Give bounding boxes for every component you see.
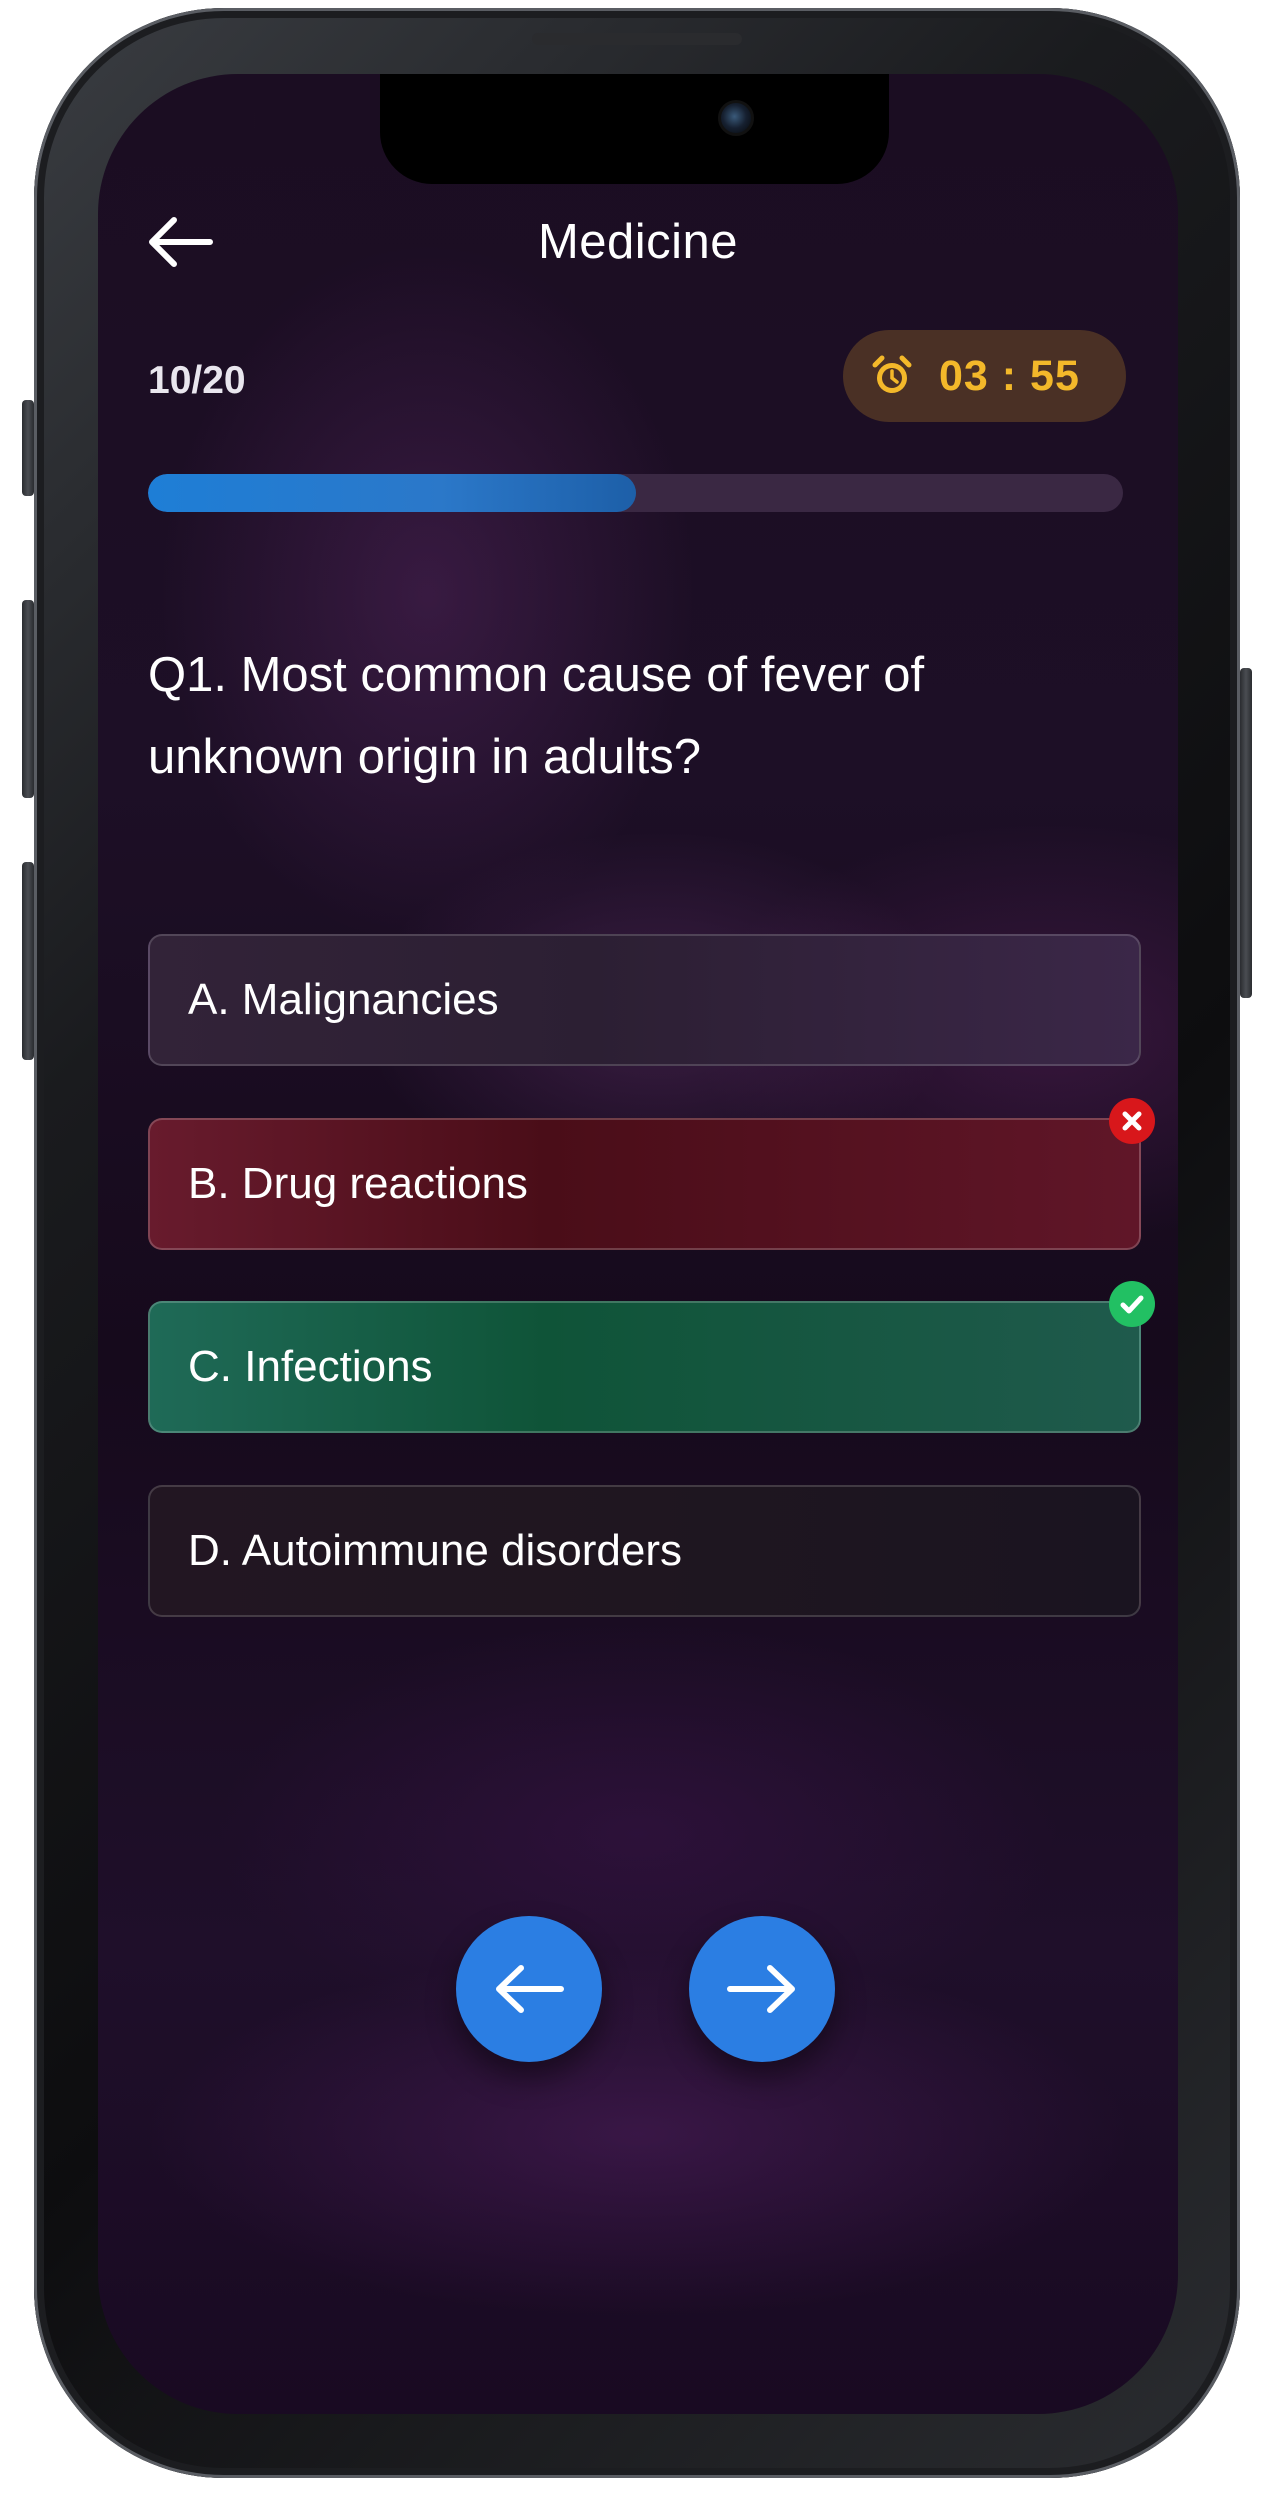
progress-bar — [148, 474, 1123, 512]
notch — [380, 74, 889, 184]
phone-mute-switch — [22, 400, 34, 496]
timer-text: 03 : 55 — [939, 351, 1080, 400]
option-d[interactable]: D. Autoimmune disorders — [148, 1485, 1141, 1617]
option-label: C. Infections — [188, 1342, 433, 1391]
next-question-button[interactable] — [689, 1916, 835, 2062]
previous-question-button[interactable] — [456, 1916, 602, 2062]
phone-screen: Medicine 10/20 03 : 55 Q1. Most common c… — [98, 74, 1178, 2414]
option-label: B. Drug reactions — [188, 1159, 528, 1208]
front-camera — [718, 100, 754, 136]
page-title: Medicine — [537, 215, 739, 269]
option-label: D. Autoimmune disorders — [188, 1526, 682, 1575]
timer-badge: 03 : 55 — [843, 330, 1126, 422]
arrow-right-icon — [727, 1965, 795, 2013]
question-text: Q1. Most common cause of fever of unknow… — [148, 648, 925, 784]
progress-bar-fill — [148, 474, 636, 512]
arrow-left-icon — [496, 1965, 564, 2013]
app-stage: Medicine 10/20 03 : 55 Q1. Most common c… — [0, 0, 1275, 2511]
phone-volume-up — [22, 600, 34, 798]
option-b[interactable]: B. Drug reactions — [148, 1118, 1141, 1250]
option-c[interactable]: C. Infections — [148, 1301, 1141, 1433]
option-a[interactable]: A. Malignancies — [148, 934, 1141, 1066]
question-counter: 10/20 — [148, 359, 246, 402]
alarm-clock-icon — [871, 355, 913, 397]
correct-answer-icon — [1109, 1281, 1155, 1327]
phone-speaker — [532, 33, 742, 45]
phone-power-button — [1240, 668, 1252, 998]
option-label: A. Malignancies — [188, 975, 499, 1024]
wrong-answer-icon — [1109, 1098, 1155, 1144]
phone-volume-down — [22, 862, 34, 1060]
